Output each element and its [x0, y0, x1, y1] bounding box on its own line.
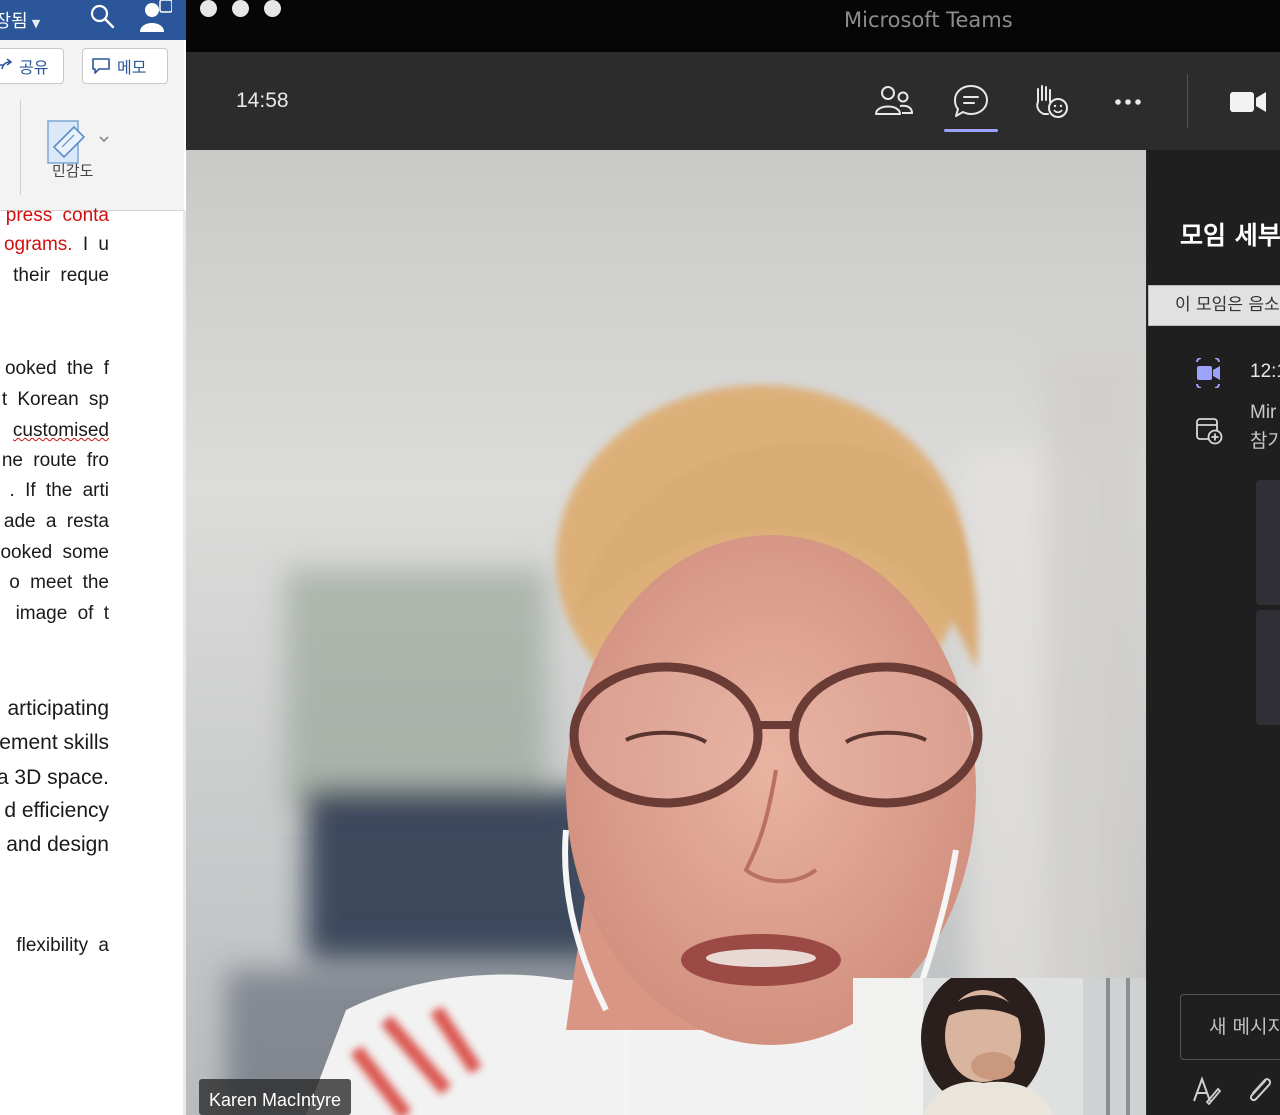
- document-text-line: press conta: [6, 205, 109, 227]
- document-text-line: customised: [13, 420, 109, 442]
- share-button-label: 공유: [19, 58, 49, 77]
- chat-icon[interactable]: [949, 80, 993, 124]
- organizer-name[interactable]: Mir: [1250, 402, 1276, 424]
- body-text: d efficiency: [4, 799, 109, 822]
- chevron-down-icon: ▼: [31, 17, 41, 30]
- body-text: and design: [6, 833, 109, 856]
- body-text: flexibility a: [16, 935, 109, 956]
- people-icon[interactable]: [872, 80, 916, 124]
- body-text: ne route fro: [1, 450, 109, 471]
- meeting-details-panel: 모임 세부 정보 이 모임은 음소거되었습니다 12:1 Mir 참가자 새 메…: [1146, 150, 1280, 1115]
- comment-icon: [92, 58, 110, 74]
- document-text-line: and design: [6, 833, 109, 857]
- self-view-video[interactable]: [853, 978, 1146, 1115]
- word-ribbon: 공유 메모 민감도: [0, 40, 184, 211]
- ribbon-divider: [20, 100, 21, 195]
- document-text-line: ooked the f: [5, 358, 109, 380]
- search-icon[interactable]: [89, 3, 115, 29]
- sensitivity-label: 민감도: [52, 162, 94, 180]
- teams-window: Microsoft Teams 14:58 Karen MacIntyre 모임…: [186, 0, 1280, 1115]
- camera-icon[interactable]: [1226, 80, 1270, 124]
- memo-button[interactable]: 메모: [82, 48, 168, 84]
- memo-button-label: 메모: [117, 58, 147, 77]
- meeting-toolbar: 14:58: [186, 52, 1280, 150]
- more-options-icon[interactable]: [1106, 80, 1150, 124]
- body-text: press conta: [5, 205, 109, 226]
- document-text-line: ne route fro: [2, 450, 109, 472]
- body-text: articipating: [7, 697, 109, 720]
- document-text-line: image of t: [16, 603, 109, 625]
- minimize-window-button[interactable]: [232, 0, 249, 17]
- meeting-time: 12:1: [1250, 361, 1280, 382]
- maximize-window-button[interactable]: [264, 0, 281, 17]
- document-text-line: flexibility a: [16, 935, 109, 957]
- body-text: a 3D space.: [0, 766, 109, 789]
- body-text: their reque: [13, 265, 109, 286]
- close-window-button[interactable]: [200, 0, 217, 17]
- document-text-line: their reque: [13, 265, 109, 287]
- meeting-timer: 14:58: [236, 89, 289, 112]
- user-account-icon[interactable]: [138, 0, 172, 32]
- chat-message-card[interactable]: [1256, 610, 1280, 725]
- chat-message-card[interactable]: [1256, 480, 1280, 605]
- document-text-line: d efficiency: [4, 799, 109, 823]
- document-text-line: a 3D space.: [0, 766, 109, 790]
- new-message-input[interactable]: 새 메시지 입력: [1180, 994, 1280, 1060]
- body-text: ooked some: [0, 542, 109, 563]
- share-button[interactable]: 공유: [0, 48, 64, 84]
- app-title: Microsoft Teams: [844, 8, 1013, 32]
- word-titlebar: 저장됨▼: [0, 0, 186, 40]
- raise-hand-icon[interactable]: [1028, 80, 1072, 124]
- calendar-add-icon: [1196, 418, 1223, 445]
- participant-video[interactable]: Karen MacIntyre: [186, 150, 1146, 1115]
- self-view-image: [853, 978, 1146, 1115]
- meeting-notice: 이 모임은 음소거되었습니다: [1148, 285, 1280, 326]
- organizer-role: 참가자: [1250, 430, 1280, 452]
- body-text: ade a resta: [3, 511, 109, 532]
- body-text: image of t: [15, 603, 109, 624]
- panel-title: 모임 세부 정보: [1180, 221, 1280, 250]
- teams-titlebar: Microsoft Teams: [186, 0, 1280, 52]
- share-icon: [0, 58, 13, 70]
- meeting-video-icon: [1196, 358, 1220, 388]
- body-text: ement skills: [0, 731, 109, 754]
- document-title[interactable]: 저장됨▼: [0, 7, 40, 33]
- attach-icon[interactable]: [1244, 1075, 1274, 1105]
- word-window: 저장됨▼ 공유 메모: [0, 0, 186, 1115]
- body-text: ooked the f: [4, 358, 109, 379]
- participant-name-tag: Karen MacIntyre: [199, 1079, 352, 1115]
- body-text: o meet the: [9, 572, 109, 593]
- body-text: I u: [72, 234, 109, 255]
- body-text: customised: [12, 420, 109, 441]
- document-text-line: ograms. I u: [4, 234, 109, 256]
- document-text-line: ade a resta: [4, 511, 109, 533]
- chat-active-indicator: [944, 129, 998, 132]
- document-text-line: o meet the: [9, 572, 109, 594]
- toolbar-divider: [1187, 74, 1188, 128]
- document-text-line: . If the arti: [10, 480, 109, 502]
- document-title-text: 저장됨: [0, 11, 28, 32]
- format-text-icon[interactable]: [1191, 1075, 1221, 1105]
- document-text-line: t Korean sp: [2, 389, 109, 411]
- body-text: t Korean sp: [1, 389, 109, 410]
- participant-video-image: [186, 150, 1146, 1115]
- highlighted-text: ograms.: [3, 234, 73, 255]
- document-text-line: ement skills: [0, 731, 109, 755]
- body-text: . If the arti: [9, 480, 109, 501]
- document-text-line: articipating: [7, 697, 109, 721]
- document-text-line: ooked some: [0, 542, 109, 564]
